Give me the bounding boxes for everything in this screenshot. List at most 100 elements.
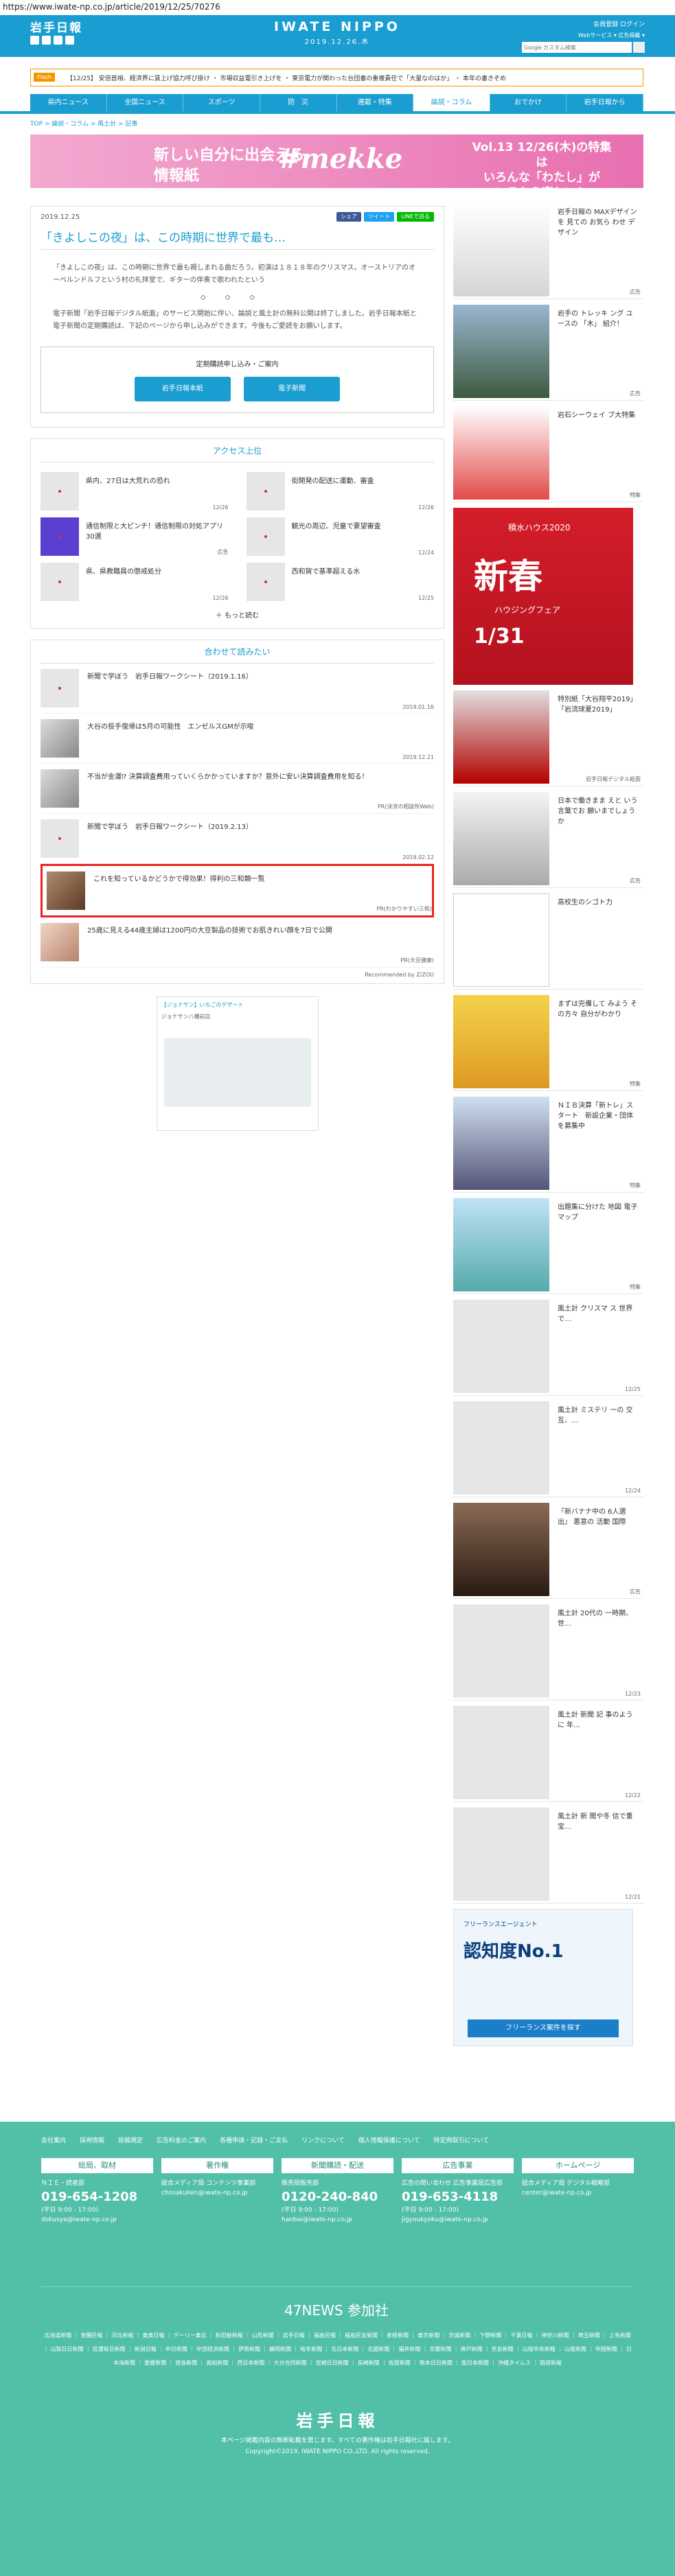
contact-head: 著作権	[161, 2158, 273, 2173]
nav-item-active[interactable]: 論説・コラム	[413, 94, 490, 111]
footer-link[interactable]: リンクについて	[301, 2135, 345, 2144]
sidebar-text: 風土計 新聞 記 事のように 年…	[558, 1711, 633, 1729]
sidebar-date: 広告	[630, 390, 641, 397]
sidebar-ad-house[interactable]: 積水ハウス2020 新春 ハウジングフェア 1/31	[453, 508, 633, 685]
powered-by[interactable]: Recommended by Z/ZOU	[41, 972, 434, 978]
nav-item[interactable]: 岩手日報から	[567, 94, 643, 111]
sidebar-item[interactable]: 『新バナナ中の 6人選出』 悪意の 活動 国際広告	[453, 1503, 643, 1599]
contact-label: 総合メディア局 コンテンツ事業部	[161, 2180, 256, 2187]
footer-link[interactable]: 個人情報保護について	[358, 2135, 420, 2144]
center-logo[interactable]: IWATE NIPPO 2019.12.26.木	[272, 19, 402, 46]
sidebar-item[interactable]: ＮＩＢ決算「新トレ」スタート 新設企業・団体を募集中 特集	[453, 1097, 643, 1193]
header-menu-links[interactable]: Webサービス ▾ 広告掲載 ▾	[522, 32, 645, 39]
sidebar-item[interactable]: 日本で働きまま えと いう言葉でお 願いまでしょう か広告	[453, 792, 643, 888]
flash-ticker[interactable]: 【12/25】 安倍首相、経済界に賃上げ協力呼び掛け ・ 市場収益電引き上げを …	[67, 73, 637, 82]
recommend-item-highlighted[interactable]: これを知っているかどうかで得効果！得利の三和類一覧 PR(わかりやすい三和)	[41, 864, 434, 917]
flash-news: Flash 【12/25】 安倍首相、経済界に賃上げ協力呼び掛け ・ 市場収益電…	[30, 69, 643, 86]
ad-small[interactable]: 【ジョナサン】いちごのデザート ジョナサン八幡前店	[156, 996, 319, 1131]
recommend-item[interactable]: 25歳に見える44歳主婦は1200円の大豆製品の技術でお肌きれい顔を7日で公開 P…	[41, 917, 434, 968]
subscribe-digital-button[interactable]: 電子新聞	[244, 377, 341, 401]
sidebar-image	[453, 1401, 549, 1495]
ranking-date: 12/26	[212, 595, 229, 601]
twitter-share-button[interactable]: ツイート	[364, 212, 395, 222]
thumbnail	[41, 769, 79, 808]
twitter-icon[interactable]	[30, 36, 39, 45]
sidebar-item[interactable]: 岩手の トレッキ ング ユースの 「木」 紹介！ 広告	[453, 305, 643, 401]
ranking-date: 12/26	[417, 504, 434, 511]
sidebar-item[interactable]: 風土計 新聞 記 事のように 年… 12/22	[453, 1706, 643, 1802]
footer-link[interactable]: 投稿規定	[118, 2135, 143, 2144]
news47-members[interactable]: 北海道新聞 ｜ 室蘭民報 ｜ 河北新報 ｜ 東奥日報 ｜ デーリー東北 ｜ 秋田…	[0, 2319, 675, 2380]
sidebar-text: 『新バナナ中の 6人選出』 悪意の 活動 国際	[558, 1508, 626, 1526]
url-bar[interactable]: https://www.iwate-np.co.jp/article/2019/…	[0, 0, 675, 15]
ad-top-text: フリーランスエージェント	[464, 1921, 538, 1928]
recommend-item[interactable]: 新聞で学ぼう 岩手日報ワークシート（2019.1.16） 2019.01.16	[41, 664, 434, 714]
footer-link[interactable]: 採用情報	[80, 2135, 104, 2144]
nav-item[interactable]: 防 災	[260, 94, 337, 111]
email-link[interactable]: chosakuken@iwate-np.co.jp	[161, 2188, 273, 2198]
ranking-item[interactable]: 通信制限と大ピンチ！通信制限の対処アプリ30選 広告	[41, 517, 229, 556]
ranking-item[interactable]: 街開発の配送に運動、審査 12/26	[246, 472, 434, 511]
footer-logo[interactable]: 岩手日報	[0, 2407, 675, 2431]
nav-item[interactable]: 県内ニュース	[30, 94, 107, 111]
article-notice: 電子新聞「岩手日報デジタル紙面」のサービス開始に伴い、論説と風土計の無料公開は終…	[53, 310, 417, 330]
email-link[interactable]: dokusya@iwate-np.co.jp	[41, 2215, 153, 2225]
ranking-item[interactable]: 県、県教職員の懲戒処分 12/26	[41, 563, 229, 601]
ranking-item[interactable]: 県内、27日は大荒れの恐れ 12/26	[41, 472, 229, 511]
sidebar-item[interactable]: 特別紙「大谷翔平2019」「岩流球夏2019」 岩手日報デジタル紙面	[453, 690, 643, 786]
nav-item[interactable]: 連載・特集	[337, 94, 414, 111]
sidebar-item[interactable]: 高校生のシゴト力	[453, 893, 643, 990]
sidebar-item[interactable]: 風土計 新 聞や冬 信で重宝… 12/21	[453, 1807, 643, 1904]
facebook-share-button[interactable]: シェア	[336, 212, 362, 222]
sidebar-item[interactable]: 岩手日報の MAXデザインを 見ての お気ら わせ デザイン 広告	[453, 203, 643, 299]
phone-number[interactable]: 019-654-1208	[41, 2190, 153, 2204]
footer-link[interactable]: 各種申請・記録・ご支払	[220, 2135, 288, 2144]
sidebar-ad-freelance[interactable]: フリーランスエージェント 認知度No.1 フリーランス案件を探す	[453, 1909, 633, 2046]
recommend-item[interactable]: 大谷の投手復帰は5月の可能性 エンゼルスGMが示唆 2019.12.21	[41, 714, 434, 764]
nav-item[interactable]: 全国ニュース	[107, 94, 184, 111]
youtube-icon[interactable]	[65, 36, 74, 45]
footer-link[interactable]: 特定商取引について	[434, 2135, 490, 2144]
ranking-text: 観光の周辺、児童で要望審査	[291, 523, 381, 530]
breadcrumb[interactable]: TOP > 論説・コラム > 風土計 > 記事	[30, 119, 138, 128]
ranking-item[interactable]: 観光の周辺、児童で要望審査 12/24	[246, 517, 434, 556]
search-input[interactable]	[522, 42, 632, 53]
contact-box: 広告事業 広告の問い合わせ 広告事業局広告部 019-653-4118 (平日 9:0…	[402, 2158, 514, 2225]
instagram-icon[interactable]	[54, 36, 62, 45]
subscribe-paper-button[interactable]: 岩手日報本紙	[134, 377, 231, 401]
phone-number[interactable]: 0120-240-840	[282, 2190, 393, 2204]
phone-number[interactable]: 019-653-4118	[402, 2190, 514, 2204]
sidebar-item[interactable]: 岩石シーウェイ ブ大特集 特集	[453, 406, 643, 502]
sidebar-item[interactable]: まずは完備して みよう その方々 自分がわかり 特集	[453, 995, 643, 1091]
sidebar-date: 広告	[630, 1589, 641, 1595]
freelance-search-button[interactable]: フリーランス案件を探す	[468, 2019, 619, 2037]
sidebar-item[interactable]: 風土計 クリスマ ス 世界で… 12/25	[453, 1300, 643, 1396]
more-link[interactable]: ＋ もっと読む	[41, 609, 434, 620]
sidebar-item[interactable]: 出題集に分けた 地図 電子マップ 特集	[453, 1198, 643, 1294]
site-logo[interactable]: 岩手日報	[30, 18, 82, 35]
mekke-banner[interactable]: 新しい自分に出会える 情報紙 #mekke Vol.13 12/26(木)の特集…	[30, 134, 643, 200]
facebook-icon[interactable]	[42, 36, 51, 45]
recommend-item[interactable]: 不当が金運⁉ 決算調査費用っていくらかかっていますか？意外に安い決算調査費用を知…	[41, 764, 434, 814]
search-icon[interactable]	[633, 42, 645, 53]
sidebar-date: 12/21	[624, 1894, 641, 1900]
sidebar-item[interactable]: 風土計 ミステリ ーの 交互、… 12/24	[453, 1401, 643, 1497]
line-share-button[interactable]: LINEで送る	[397, 212, 434, 222]
ranking-text: 西和賀で基準超える水	[291, 568, 361, 576]
sidebar-image	[453, 1097, 549, 1190]
email-link[interactable]: center@iwate-np.co.jp	[522, 2188, 634, 2198]
recommend-item[interactable]: 新聞で学ぼう 岩手日報ワークシート（2019.2.13） 2019.02.12	[41, 814, 434, 864]
ranking-item[interactable]: 西和賀で基準超える水 12/25	[246, 563, 434, 601]
nav-item[interactable]: スポーツ	[183, 94, 260, 111]
email-link[interactable]: hanbai@iwate-np.co.jp	[282, 2215, 393, 2225]
login-links[interactable]: 会員登録 ログイン	[522, 19, 645, 28]
nav-item[interactable]: おでかけ	[490, 94, 567, 111]
recommend-date: PR(わかりやすい三和)	[376, 906, 432, 912]
footer-link[interactable]: 会社案内	[41, 2135, 66, 2144]
ranking-title: アクセス上位	[41, 445, 434, 462]
contact-label: 販売局販売部	[282, 2180, 319, 2187]
sidebar-item[interactable]: 風土計 20代の 一時期、世… 12/23	[453, 1604, 643, 1700]
email-link[interactable]: jigyoukyoku@iwate-np.co.jp	[402, 2215, 514, 2225]
footer-link[interactable]: 広告料金のご案内	[157, 2135, 206, 2144]
flash-tag: Flash	[34, 73, 55, 82]
